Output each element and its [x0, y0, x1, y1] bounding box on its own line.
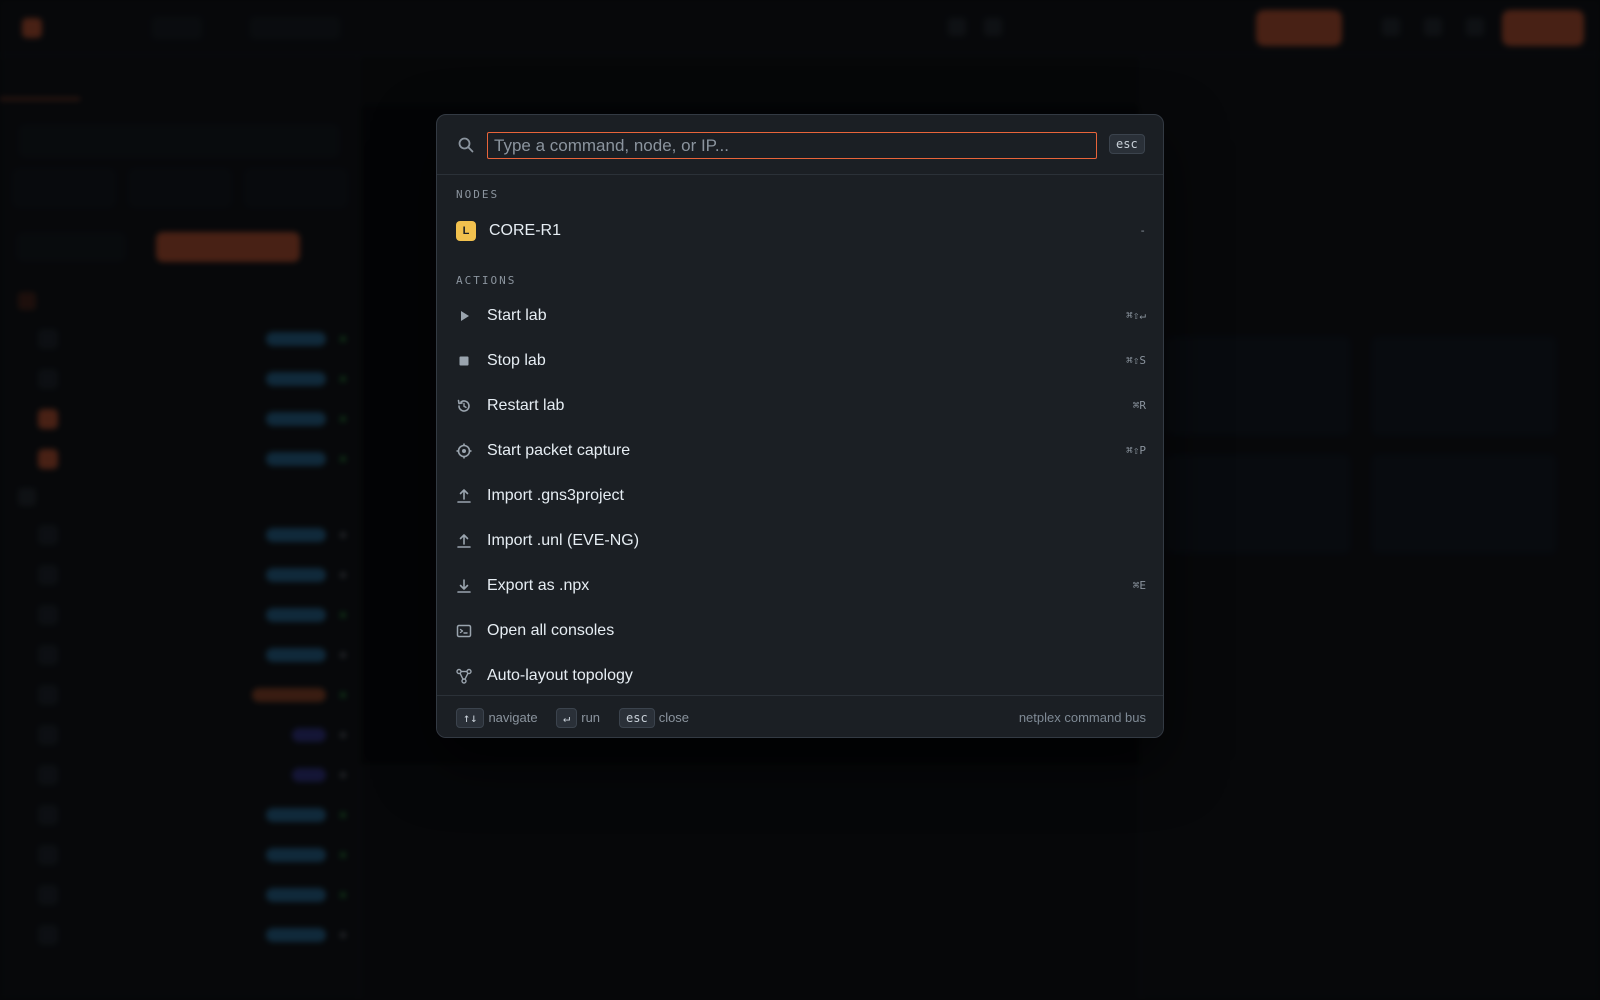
upload-icon: [457, 489, 471, 503]
action-stop-lab[interactable]: Stop lab ⌘⇧S: [437, 339, 1163, 383]
node-result-meta: -: [1139, 224, 1146, 237]
footer-navigate-hint: ↑↓ navigate: [456, 708, 538, 728]
section-header-actions: ACTIONS: [456, 274, 517, 287]
action-shortcut: ⌘E: [1132, 579, 1146, 592]
action-label: Open all consoles: [487, 622, 615, 639]
action-shortcut: ⌘⇧↵: [1126, 309, 1146, 322]
footer-run-hint: ↵ run: [556, 708, 600, 728]
action-shortcut: ⌘⇧S: [1126, 354, 1146, 367]
run-key: ↵: [556, 708, 578, 728]
download-icon: [457, 579, 471, 593]
palette-header: esc: [437, 115, 1163, 175]
palette-results: NODES L CORE-R1 - ACTIONS Start lab ⌘⇧↵ …: [437, 175, 1163, 695]
restart-icon: [457, 399, 470, 412]
palette-footer: ↑↓ navigate ↵ run esc close netplex command…: [437, 695, 1163, 737]
action-import-unl[interactable]: Import .unl (EVE-NG): [437, 519, 1163, 563]
play-icon: [461, 311, 469, 321]
action-shortcut: ⌘R: [1132, 399, 1146, 412]
action-open-all-consoles[interactable]: Open all consoles: [437, 609, 1163, 653]
action-label: Auto-layout topology: [487, 667, 633, 684]
navigate-key: ↑↓: [456, 708, 485, 728]
action-start-lab[interactable]: Start lab ⌘⇧↵: [437, 294, 1163, 338]
action-label: Import .unl (EVE-NG): [487, 532, 640, 549]
node-result-core-r1[interactable]: L CORE-R1 -: [437, 209, 1163, 253]
action-label: Import .gns3project: [487, 487, 624, 504]
topology-icon: [456, 668, 472, 684]
stop-icon: [459, 356, 469, 366]
esc-key-hint[interactable]: esc: [1109, 134, 1145, 154]
capture-icon: [456, 443, 472, 459]
terminal-icon: [456, 624, 472, 638]
section-header-nodes: NODES: [456, 188, 500, 201]
palette-brand-label: netplex command bus: [1018, 710, 1146, 725]
node-type-badge: L: [456, 221, 476, 241]
node-result-label: CORE-R1: [489, 222, 562, 239]
action-import-gns3project[interactable]: Import .gns3project: [437, 474, 1163, 518]
action-auto-layout-topology[interactable]: Auto-layout topology: [437, 654, 1163, 695]
command-palette: esc NODES L CORE-R1 - ACTIONS Start lab …: [436, 114, 1164, 738]
close-label: close: [658, 710, 690, 725]
action-export-npx[interactable]: Export as .npx ⌘E: [437, 564, 1163, 608]
footer-close-hint: esc close: [619, 708, 689, 728]
action-label: Export as .npx: [487, 577, 590, 594]
action-shortcut: ⌘⇧P: [1126, 444, 1146, 457]
action-label: Start packet capture: [487, 442, 631, 459]
action-label: Restart lab: [487, 397, 565, 414]
action-restart-lab[interactable]: Restart lab ⌘R: [437, 384, 1163, 428]
upload-icon: [457, 534, 471, 548]
navigate-label: navigate: [488, 710, 538, 725]
action-label: Stop lab: [487, 352, 546, 369]
close-key: esc: [619, 708, 655, 728]
action-start-packet-capture[interactable]: Start packet capture ⌘⇧P: [437, 429, 1163, 473]
search-icon: [458, 137, 474, 153]
run-label: run: [581, 710, 601, 725]
command-search-input[interactable]: [487, 132, 1097, 159]
action-label: Start lab: [487, 307, 547, 324]
